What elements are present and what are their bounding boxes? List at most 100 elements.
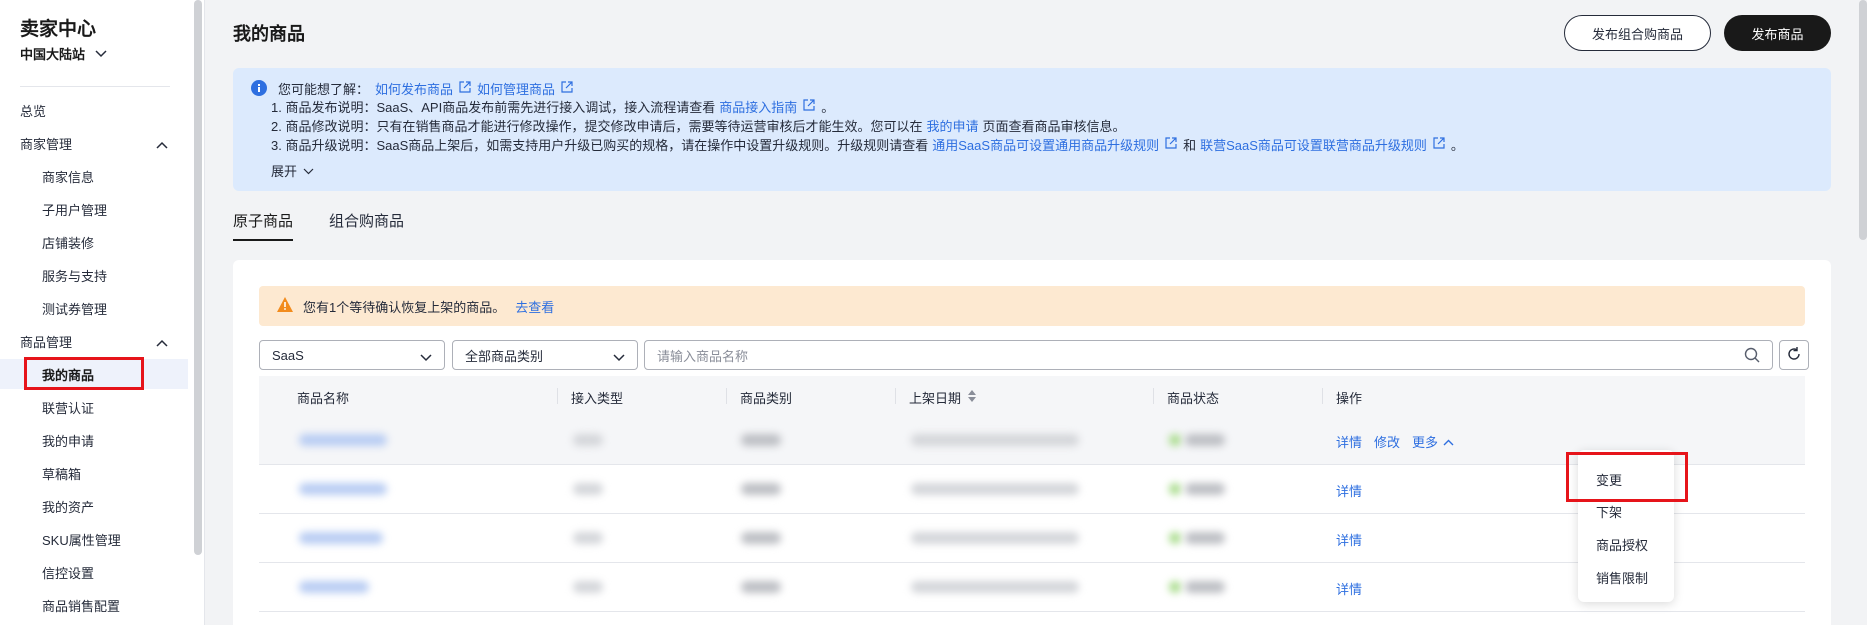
sidebar-item-overview[interactable]: 总览 xyxy=(0,95,188,125)
sidebar-item-joint-cert[interactable]: 联营认证 xyxy=(0,392,188,422)
sidebar-item-sub-users[interactable]: 子用户管理 xyxy=(0,194,188,224)
sidebar-divider xyxy=(20,86,170,87)
product-name-blurred[interactable] xyxy=(299,434,387,446)
row-actions: 详情 xyxy=(1336,530,1362,549)
search-icon[interactable] xyxy=(1744,347,1760,366)
sidebar-item-label: SKU属性管理 xyxy=(42,532,121,548)
publish-product-button[interactable]: 发布商品 xyxy=(1724,15,1831,51)
access-type-blurred xyxy=(573,581,603,593)
date-blurred xyxy=(911,581,1079,593)
table-row: 详情 xyxy=(259,563,1805,612)
sidebar-item-label: 我的申请 xyxy=(42,433,95,449)
access-type-value: SaaS xyxy=(272,347,304,363)
col-status: 商品状态 xyxy=(1167,391,1220,406)
column-divider xyxy=(1153,388,1154,404)
col-list-date[interactable]: 上架日期 xyxy=(909,388,977,407)
page-scrollbar[interactable] xyxy=(1859,0,1867,240)
product-tabs: 原子商品 组合购商品 xyxy=(233,210,440,241)
col-product-name: 商品名称 xyxy=(297,391,350,406)
warning-view-link[interactable]: 去查看 xyxy=(515,297,554,316)
product-name-blurred[interactable] xyxy=(299,532,383,544)
status-blurred xyxy=(1185,581,1225,593)
sidebar-item-my-applications[interactable]: 我的申请 xyxy=(0,425,188,455)
column-divider xyxy=(895,388,896,404)
publish-combo-button[interactable]: 发布组合购商品 xyxy=(1564,15,1711,51)
sidebar-item-label: 联营认证 xyxy=(42,400,95,416)
how-to-manage-link[interactable]: 如何管理商品 xyxy=(477,79,555,98)
chevron-down-icon xyxy=(420,350,432,365)
notice-line-2-end: 页面查看商品审核信息。 xyxy=(982,119,1126,134)
chevron-down-icon xyxy=(613,350,625,365)
sidebar-group-merchant[interactable]: 商家管理 xyxy=(0,128,188,158)
highlight-box-change xyxy=(1566,452,1688,502)
category-blurred xyxy=(741,581,781,593)
sidebar-item-label: 我的资产 xyxy=(42,499,95,515)
chevron-down-icon xyxy=(95,46,107,61)
category-value: 全部商品类别 xyxy=(465,348,544,364)
status-dot-blurred xyxy=(1169,434,1181,446)
product-search-input[interactable]: 请输入商品名称 xyxy=(644,340,1773,370)
warning-banner: 您有1个等待确认恢复上架的商品。 去查看 xyxy=(259,286,1805,326)
sidebar-item-my-assets[interactable]: 我的资产 xyxy=(0,491,188,521)
sidebar-item-label: 信控设置 xyxy=(42,565,95,581)
sidebar-item-test-coupons[interactable]: 测试券管理 xyxy=(0,293,188,323)
chevron-up-icon xyxy=(1443,434,1454,449)
notice-lead: 您可能想了解： xyxy=(278,82,370,97)
sidebar-item-sales-config[interactable]: 商品销售配置 xyxy=(0,590,188,620)
sidebar-item-label: 总览 xyxy=(20,103,47,119)
product-name-blurred[interactable] xyxy=(299,483,387,495)
chevron-up-icon xyxy=(156,137,168,152)
general-upgrade-rules-link[interactable]: 通用SaaS商品可设置通用商品升级规则 xyxy=(932,135,1159,154)
sidebar-item-label: 草稿箱 xyxy=(42,466,82,482)
tab-atomic-products[interactable]: 原子商品 xyxy=(233,210,294,241)
column-divider xyxy=(726,388,727,404)
edit-link[interactable]: 修改 xyxy=(1374,432,1400,451)
my-applications-link[interactable]: 我的申请 xyxy=(926,116,978,135)
joint-upgrade-rules-link[interactable]: 联营SaaS商品可设置联营商品升级规则 xyxy=(1200,135,1427,154)
search-placeholder: 请输入商品名称 xyxy=(657,348,749,364)
warning-text: 您有1个等待确认恢复上架的商品。 xyxy=(303,299,506,315)
detail-link[interactable]: 详情 xyxy=(1336,579,1362,598)
how-to-publish-link[interactable]: 如何发布商品 xyxy=(375,79,453,98)
menu-item-delist[interactable]: 下架 xyxy=(1596,502,1622,521)
column-divider xyxy=(557,388,558,404)
site-selector[interactable]: 中国大陆站 xyxy=(20,44,107,63)
sidebar-item-service-support[interactable]: 服务与支持 xyxy=(0,260,188,290)
status-dot-blurred xyxy=(1169,483,1181,495)
date-blurred xyxy=(911,532,1079,544)
table-row: 详情 xyxy=(259,514,1805,563)
more-menu-button[interactable]: 更多 xyxy=(1412,432,1454,451)
sidebar-item-drafts[interactable]: 草稿箱 xyxy=(0,458,188,488)
access-type-select[interactable]: SaaS xyxy=(259,340,445,370)
expand-label: 展开 xyxy=(271,164,298,179)
sidebar-group-products[interactable]: 商品管理 xyxy=(0,326,188,356)
row-actions: 详情 xyxy=(1336,579,1362,598)
expand-toggle[interactable]: 展开 xyxy=(271,161,314,180)
refresh-button[interactable] xyxy=(1779,340,1809,370)
col-category: 商品类别 xyxy=(740,391,793,406)
sidebar-scrollbar[interactable] xyxy=(194,0,202,555)
sidebar: 卖家中心 中国大陆站 总览 商家管理 商家信息 子用户管理 店铺装修 服务与支持… xyxy=(0,0,205,625)
menu-item-authorize[interactable]: 商品授权 xyxy=(1596,535,1648,554)
category-select[interactable]: 全部商品类别 xyxy=(452,340,638,370)
sidebar-item-store-decor[interactable]: 店铺装修 xyxy=(0,227,188,257)
status-blurred xyxy=(1185,483,1225,495)
sidebar-item-label: 商品管理 xyxy=(20,334,73,350)
product-name-blurred[interactable] xyxy=(299,581,369,593)
tab-combo-products[interactable]: 组合购商品 xyxy=(329,210,404,241)
col-actions: 操作 xyxy=(1336,391,1363,406)
access-type-blurred xyxy=(573,434,603,446)
notice-line-3: 3. 商品升级说明：SaaS商品上架后，如需支持用户升级已购买的规格，请在操作中… xyxy=(271,138,929,153)
date-blurred xyxy=(911,483,1079,495)
menu-item-sales-limit[interactable]: 销售限制 xyxy=(1596,568,1648,587)
detail-link[interactable]: 详情 xyxy=(1336,432,1362,451)
detail-link[interactable]: 详情 xyxy=(1336,481,1362,500)
sidebar-item-merchant-info[interactable]: 商家信息 xyxy=(0,161,188,191)
integration-guide-link[interactable]: 商品接入指南 xyxy=(719,97,797,116)
sidebar-item-sku-attrs[interactable]: SKU属性管理 xyxy=(0,524,188,554)
detail-link[interactable]: 详情 xyxy=(1336,530,1362,549)
site-label: 中国大陆站 xyxy=(20,47,86,62)
notice-line-1: 1. 商品发布说明：SaaS、API商品发布前需先进行接入调试，接入流程请查看 xyxy=(271,100,716,115)
sidebar-item-label: 商家管理 xyxy=(20,136,73,152)
sidebar-item-credit-control[interactable]: 信控设置 xyxy=(0,557,188,587)
